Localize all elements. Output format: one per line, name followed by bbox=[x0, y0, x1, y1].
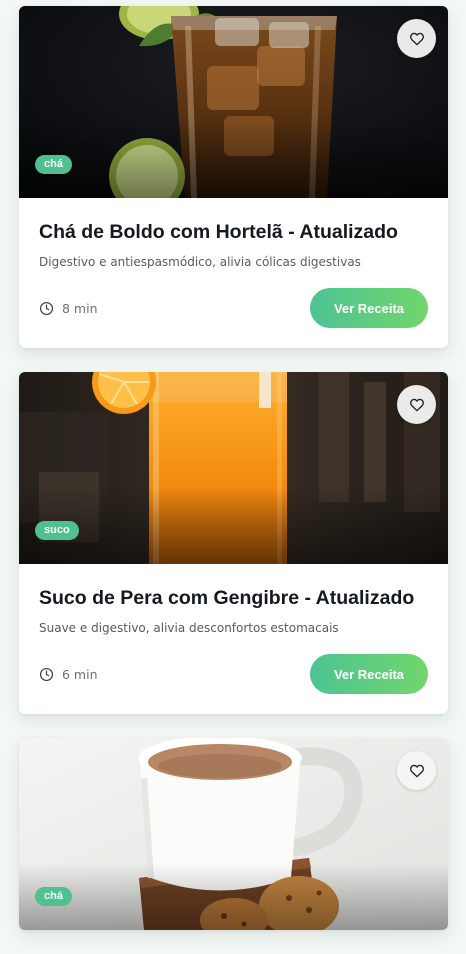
recipe-image[interactable]: suco bbox=[19, 372, 448, 564]
recipe-image[interactable]: chá bbox=[19, 738, 448, 930]
clock-icon bbox=[39, 301, 54, 315]
favorite-button[interactable] bbox=[397, 385, 436, 424]
recipe-footer: 6 min Ver Receita bbox=[39, 654, 428, 694]
orange-juice-glass-photo bbox=[19, 372, 448, 564]
prep-time: 6 min bbox=[39, 667, 98, 682]
recipe-title[interactable]: Suco de Pera com Gengibre - Atualizado bbox=[39, 586, 428, 610]
view-recipe-button[interactable]: Ver Receita bbox=[310, 654, 428, 694]
favorite-button[interactable] bbox=[397, 751, 436, 790]
recipe-footer: 8 min Ver Receita bbox=[39, 288, 428, 328]
category-tag: suco bbox=[35, 521, 79, 540]
clock-icon bbox=[39, 667, 54, 681]
recipe-card-body: Suco de Pera com Gengibre - Atualizado S… bbox=[19, 564, 448, 714]
category-tag: chá bbox=[35, 887, 72, 906]
favorite-button[interactable] bbox=[397, 19, 436, 58]
prep-time-label: 8 min bbox=[62, 300, 98, 316]
tea-cup-cookies-photo bbox=[19, 738, 448, 930]
heart-icon bbox=[409, 764, 424, 777]
recipe-card: chá Chá de Boldo com Hortelã - Atualizad… bbox=[19, 6, 448, 348]
recipe-description: Digestivo e antiespasmódico, alivia cóli… bbox=[39, 255, 361, 269]
iced-tea-glass-photo bbox=[19, 6, 448, 198]
recipe-card: chá bbox=[19, 738, 448, 930]
heart-icon bbox=[409, 398, 424, 411]
heart-icon bbox=[409, 32, 424, 45]
recipe-image[interactable]: chá bbox=[19, 6, 448, 198]
prep-time: 8 min bbox=[39, 301, 98, 316]
category-tag: chá bbox=[35, 155, 72, 174]
recipe-description: Suave e digestivo, alivia desconfortos e… bbox=[39, 621, 339, 635]
recipe-card-body: Chá de Boldo com Hortelã - Atualizado Di… bbox=[19, 198, 448, 348]
recipe-card: suco Suco de Pera com Gengibre - Atualiz… bbox=[19, 372, 448, 714]
view-recipe-button[interactable]: Ver Receita bbox=[310, 288, 428, 328]
recipe-title[interactable]: Chá de Boldo com Hortelã - Atualizado bbox=[39, 220, 428, 244]
recipe-feed: chá Chá de Boldo com Hortelã - Atualizad… bbox=[19, 6, 448, 954]
prep-time-label: 6 min bbox=[62, 666, 98, 682]
